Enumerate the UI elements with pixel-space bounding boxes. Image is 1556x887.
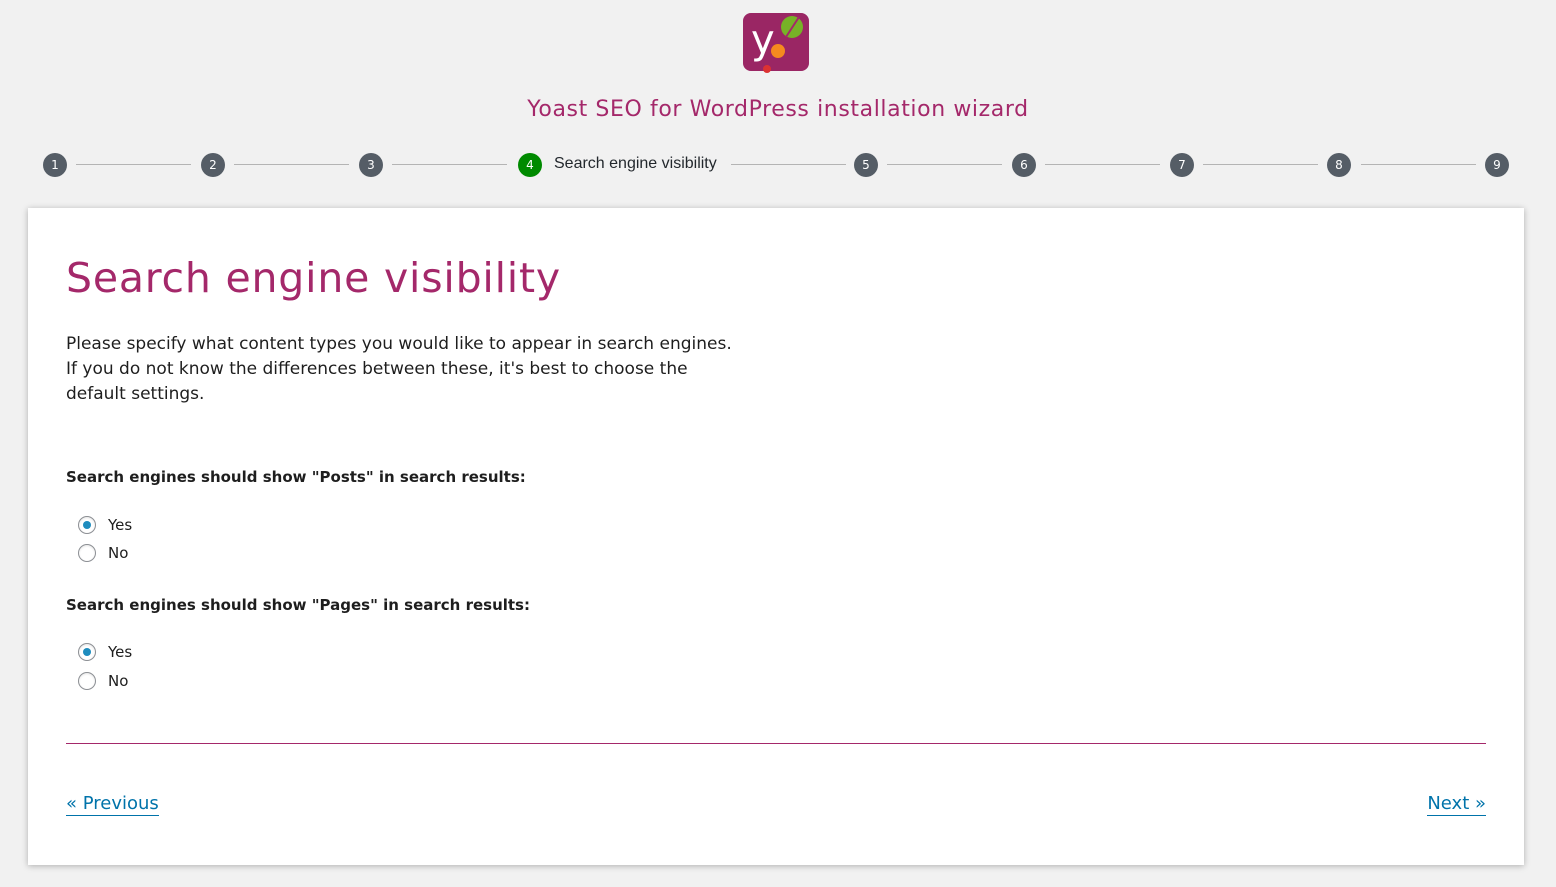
intro-line: default settings. [66, 384, 205, 404]
step-connector [1361, 164, 1476, 165]
step-connector [76, 164, 191, 165]
posts-question-label: Search engines should show "Posts" in se… [66, 468, 526, 486]
step-connector [392, 164, 507, 165]
pages-yes-radio[interactable] [78, 643, 96, 661]
pages-yes-label[interactable]: Yes [108, 643, 132, 661]
step-4-active[interactable]: 4 [518, 153, 542, 177]
step-connector [887, 164, 1002, 165]
wizard-card: Search engine visibility Please specify … [28, 208, 1524, 865]
step-2[interactable]: 2 [201, 153, 225, 177]
previous-button[interactable]: « Previous [66, 793, 159, 816]
step-connector [234, 164, 349, 165]
posts-no-label[interactable]: No [108, 544, 128, 562]
posts-yes-radio[interactable] [78, 516, 96, 534]
page-title: Search engine visibility [66, 254, 561, 302]
wizard-title: Yoast SEO for WordPress installation wiz… [527, 97, 1029, 122]
posts-yes-label[interactable]: Yes [108, 516, 132, 534]
footer-divider [66, 743, 1486, 744]
step-6[interactable]: 6 [1012, 153, 1036, 177]
step-1[interactable]: 1 [43, 153, 67, 177]
pages-no-label[interactable]: No [108, 672, 128, 690]
next-button[interactable]: Next » [1427, 793, 1486, 816]
step-7[interactable]: 7 [1170, 153, 1194, 177]
intro-line: If you do not know the differences betwe… [66, 359, 688, 379]
pages-question-label: Search engines should show "Pages" in se… [66, 596, 530, 614]
step-connector [731, 164, 846, 165]
step-connector [1203, 164, 1318, 165]
step-8[interactable]: 8 [1327, 153, 1351, 177]
intro-text: Please specify what content types you wo… [66, 332, 746, 407]
active-step-label: Search engine visibility [554, 155, 717, 172]
yoast-logo-icon: y [743, 13, 809, 73]
wizard-stepper: 1 2 3 4 Search engine visibility 5 6 7 8… [0, 152, 1556, 178]
svg-text:y: y [751, 17, 775, 63]
step-connector [1045, 164, 1160, 165]
step-5[interactable]: 5 [854, 153, 878, 177]
step-9[interactable]: 9 [1485, 153, 1509, 177]
step-3[interactable]: 3 [359, 153, 383, 177]
intro-line: Please specify what content types you wo… [66, 334, 732, 354]
posts-no-radio[interactable] [78, 544, 96, 562]
pages-no-radio[interactable] [78, 672, 96, 690]
